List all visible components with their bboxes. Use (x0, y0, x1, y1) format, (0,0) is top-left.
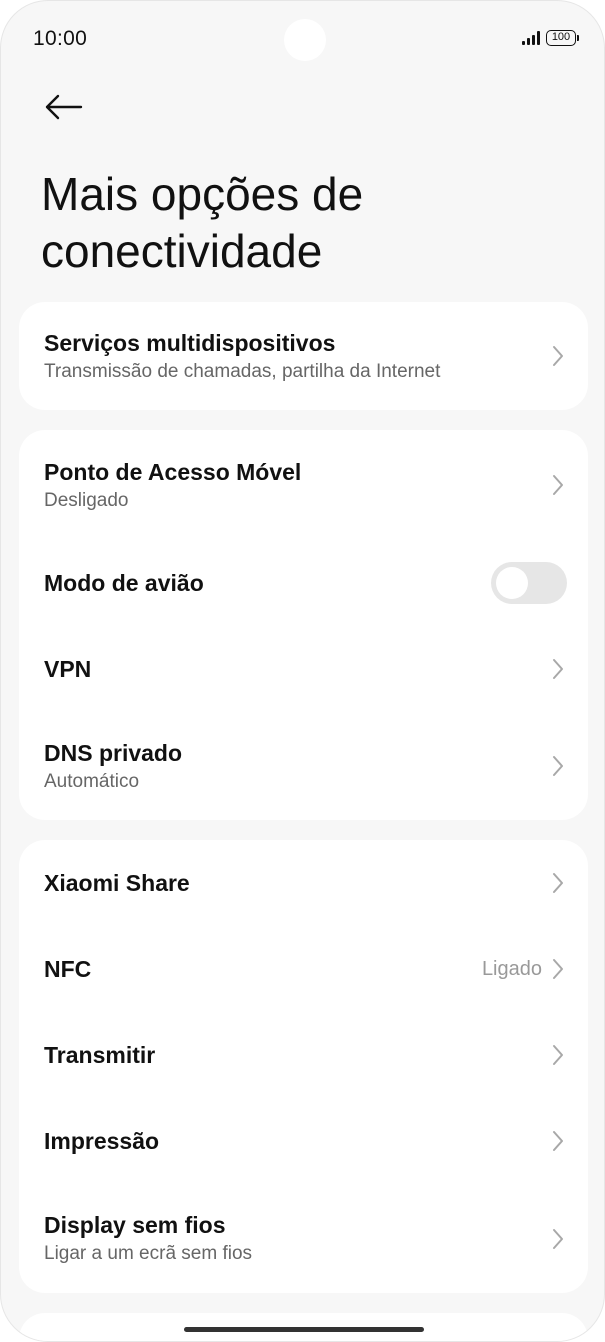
row-texts: Serviços multidispositivos Transmissão d… (44, 328, 550, 385)
item-title: Modo de avião (44, 570, 204, 596)
row-texts: NFC (44, 954, 482, 984)
item-subtitle: Ligar a um ecrã sem fios (44, 1243, 253, 1264)
item-title: NFC (44, 956, 92, 982)
row-texts: Display sem fios Ligar a um ecrã sem fio… (44, 1210, 550, 1267)
list-item-nfc[interactable]: NFC Ligado (19, 926, 588, 1012)
chevron-right-icon (550, 1227, 566, 1251)
status-bar: 10:00 100 (1, 1, 604, 79)
item-title: Display sem fios (44, 1212, 226, 1238)
item-title: VPN (44, 656, 92, 682)
chevron-right-icon (550, 1129, 566, 1153)
card-multidevice: Serviços multidispositivos Transmissão d… (19, 302, 588, 410)
arrow-left-icon (45, 94, 83, 120)
battery-level: 100 (551, 31, 571, 43)
toggle-knob (496, 567, 528, 599)
list-item-mobile-hotspot[interactable]: Ponto de Acesso Móvel Desligado (19, 430, 588, 540)
item-subtitle: Desligado (44, 489, 129, 511)
card-network: Ponto de Acesso Móvel Desligado Modo de … (19, 430, 588, 820)
front-camera (284, 19, 326, 61)
airplane-mode-toggle[interactable] (491, 562, 567, 604)
list-item-vpn[interactable]: VPN (19, 626, 588, 712)
item-title: Impressão (44, 1128, 160, 1154)
item-title: Ponto de Acesso Móvel (44, 458, 302, 485)
back-button[interactable] (39, 85, 87, 129)
item-subtitle: Automático (44, 770, 140, 792)
nfc-status-value: Ligado (481, 957, 542, 980)
row-texts: VPN (44, 654, 550, 684)
status-time: 10:00 (33, 27, 88, 50)
row-texts: Modo de avião (44, 568, 491, 598)
list-item-multidevice-services[interactable]: Serviços multidispositivos Transmissão d… (19, 302, 588, 410)
list-item-printing[interactable]: Impressão (19, 1098, 588, 1184)
item-title: Transmitir (44, 1042, 156, 1068)
chevron-right-icon (550, 754, 566, 778)
signal-icon (522, 31, 540, 45)
home-indicator[interactable] (184, 1327, 424, 1332)
card-sharing: Xiaomi Share NFC Ligado Transmitir Impre… (19, 840, 588, 1293)
chevron-right-icon (550, 871, 566, 895)
chevron-right-icon (550, 473, 566, 497)
item-title: Serviços multidispositivos (44, 329, 336, 356)
item-title: Xiaomi Share (44, 870, 190, 896)
chevron-right-icon (550, 344, 566, 368)
chevron-right-icon (550, 1043, 566, 1067)
item-subtitle: Transmissão de chamadas, partilha da Int… (44, 360, 441, 382)
status-indicators: 100 (522, 29, 579, 47)
row-texts: Impressão (44, 1126, 550, 1156)
row-texts: Transmitir (44, 1040, 550, 1070)
list-item-cast[interactable]: Transmitir (19, 1012, 588, 1098)
list-item-wireless-display[interactable]: Display sem fios Ligar a um ecrã sem fio… (19, 1184, 588, 1293)
list-item-airplane-mode[interactable]: Modo de avião (19, 540, 588, 626)
row-texts: DNS privado Automático (44, 738, 550, 795)
page-title: Mais opções de conectividade (41, 168, 364, 277)
phone-screen: 10:00 100 Mais opções de conectividade S… (0, 0, 605, 1342)
row-texts: Ponto de Acesso Móvel Desligado (44, 457, 550, 514)
list-item-private-dns[interactable]: DNS privado Automático (19, 712, 588, 820)
battery-icon: 100 (546, 30, 579, 46)
item-title: DNS privado (44, 739, 183, 766)
row-texts: Xiaomi Share (44, 868, 550, 898)
chevron-right-icon (550, 957, 566, 981)
chevron-right-icon (550, 657, 566, 681)
list-item-xiaomi-share[interactable]: Xiaomi Share (19, 840, 588, 926)
